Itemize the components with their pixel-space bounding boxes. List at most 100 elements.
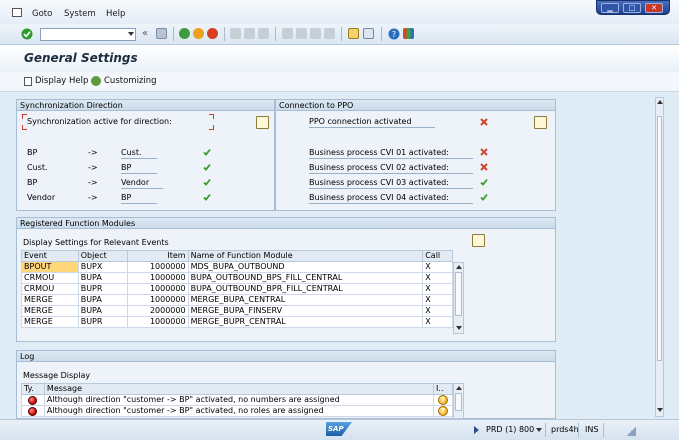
table-cell[interactable]: ? [433, 405, 453, 417]
find-icon[interactable] [244, 28, 255, 39]
table-cell[interactable]: 1000000 [126, 272, 189, 284]
table-cell[interactable]: BUPR [77, 316, 128, 328]
customizing-button[interactable]: Customizing [104, 76, 157, 86]
function-modules-scrollbar[interactable] [453, 262, 464, 334]
double-chevron-left-icon[interactable]: « [142, 28, 148, 39]
table-cell[interactable]: MERGE_BUPR_CENTRAL [187, 316, 424, 328]
resize-grip-icon[interactable] [626, 427, 636, 436]
scroll-up-icon[interactable] [456, 386, 462, 390]
scroll-thumb[interactable] [455, 393, 462, 411]
chevron-down-icon[interactable] [536, 428, 542, 432]
status-triangle-icon[interactable] [474, 426, 479, 434]
table-row[interactable]: MERGE BUPA 2000000 MERGE_BUPA_FINSERV X [21, 305, 453, 317]
column-header[interactable]: Object [77, 250, 128, 262]
table-cell[interactable]: 1000000 [126, 261, 189, 273]
maximize-icon[interactable]: □ [623, 3, 641, 13]
column-header[interactable]: Message [43, 383, 435, 395]
scroll-up-icon[interactable] [456, 265, 462, 269]
table-cell[interactable]: X [422, 316, 453, 328]
log-scrollbar[interactable] [453, 383, 464, 419]
exit-icon[interactable] [193, 28, 204, 39]
shortcut-icon[interactable] [363, 28, 374, 39]
scroll-down-icon[interactable] [657, 408, 663, 412]
column-header[interactable]: Event [21, 250, 79, 262]
new-session-icon[interactable] [348, 28, 359, 39]
column-header[interactable]: I.. [433, 383, 453, 395]
table-cell[interactable]: 2000000 [126, 305, 189, 317]
sync-details-button[interactable] [256, 116, 269, 129]
table-cell[interactable]: Although direction "customer -> BP" acti… [43, 405, 435, 417]
cancel-icon[interactable] [207, 28, 218, 39]
scroll-thumb[interactable] [455, 272, 462, 316]
table-cell[interactable]: MERGE [21, 294, 79, 306]
table-cell[interactable]: 1000000 [126, 316, 189, 328]
function-modules-details-button[interactable] [472, 234, 485, 247]
table-cell[interactable]: 1000000 [126, 294, 189, 306]
table-row[interactable]: Although direction "customer -> BP" acti… [21, 405, 453, 417]
close-icon[interactable]: ✕ [645, 3, 663, 13]
table-cell[interactable]: X [422, 272, 453, 284]
chevron-down-icon[interactable] [128, 32, 134, 36]
table-cell[interactable]: MDS_BUPA_OUTBOUND [187, 261, 424, 273]
table-cell[interactable]: X [422, 283, 453, 295]
scroll-thumb[interactable] [657, 116, 662, 361]
back-icon[interactable] [179, 28, 190, 39]
table-cell[interactable]: 1000000 [126, 283, 189, 295]
menu-system[interactable]: System [64, 9, 96, 19]
menu-icon[interactable] [12, 8, 22, 17]
table-row[interactable]: CRMOU BUPA 1000000 BUPA_OUTBOUND_BPS_FIL… [21, 272, 453, 284]
main-scrollbar[interactable] [655, 97, 664, 417]
save-icon[interactable] [156, 28, 167, 39]
column-header[interactable]: Call [422, 250, 453, 262]
table-cell[interactable]: CRMOU [21, 283, 79, 295]
table-cell[interactable]: BUPA [77, 305, 128, 317]
table-cell[interactable]: BUPA_OUTBOUND_BPS_FILL_CENTRAL [187, 272, 424, 284]
next-page-icon[interactable] [310, 28, 321, 39]
first-page-icon[interactable] [282, 28, 293, 39]
help-icon[interactable]: ? [438, 395, 449, 405]
previous-page-icon[interactable] [296, 28, 307, 39]
scroll-up-icon[interactable] [657, 100, 663, 104]
table-row[interactable]: MERGE BUPA 1000000 MERGE_BUPA_CENTRAL X [21, 294, 453, 306]
table-cell[interactable]: X [422, 294, 453, 306]
menu-goto[interactable]: Goto [32, 9, 52, 19]
table-cell[interactable]: BUPR [77, 283, 128, 295]
table-cell[interactable]: MERGE [21, 316, 79, 328]
table-row[interactable]: CRMOU BUPR 1000000 BUPA_OUTBOUND_BPR_FIL… [21, 283, 453, 295]
status-system[interactable]: PRD (1) 800 [486, 425, 534, 434]
table-cell[interactable]: X [422, 305, 453, 317]
column-header[interactable]: Item [126, 250, 189, 262]
column-header[interactable]: Ty. [21, 383, 45, 395]
print-icon[interactable] [230, 28, 241, 39]
table-cell[interactable]: MERGE [21, 305, 79, 317]
ppo-details-button[interactable] [534, 116, 547, 129]
table-cell[interactable]: MERGE_BUPA_FINSERV [187, 305, 424, 317]
table-cell[interactable]: BUPA [77, 294, 128, 306]
table-cell[interactable] [21, 405, 45, 417]
table-row[interactable]: MERGE BUPR 1000000 MERGE_BUPR_CENTRAL X [21, 316, 453, 328]
table-cell[interactable]: X [422, 261, 453, 273]
table-cell[interactable]: BUPA [77, 272, 128, 284]
table-cell[interactable]: CRMOU [21, 272, 79, 284]
scroll-down-icon[interactable] [456, 326, 462, 330]
table-row[interactable]: BPOUT BUPX 1000000 MDS_BUPA_OUTBOUND X [21, 261, 453, 273]
table-row[interactable]: Although direction "customer -> BP" acti… [21, 394, 453, 406]
table-cell[interactable]: MERGE_BUPA_CENTRAL [187, 294, 424, 306]
table-cell[interactable] [21, 394, 45, 406]
table-cell[interactable]: ? [433, 394, 453, 406]
help-icon[interactable]: ? [388, 28, 400, 40]
enter-icon[interactable] [21, 28, 33, 40]
display-help-button[interactable]: Display Help [35, 76, 88, 86]
customize-layout-icon[interactable] [403, 28, 414, 39]
table-cell[interactable]: BUPA_OUTBOUND_BPR_FILL_CENTRAL [187, 283, 424, 295]
last-page-icon[interactable] [324, 28, 335, 39]
table-cell[interactable]: BUPX [77, 261, 128, 273]
help-icon[interactable]: ? [438, 406, 449, 416]
find-next-icon[interactable] [258, 28, 269, 39]
table-cell[interactable]: BPOUT [21, 261, 79, 273]
status-mode[interactable]: INS [585, 425, 598, 434]
command-field[interactable] [40, 28, 136, 41]
menu-help[interactable]: Help [106, 9, 125, 19]
table-cell[interactable]: Although direction "customer -> BP" acti… [43, 394, 435, 406]
column-header[interactable]: Name of Function Module [187, 250, 424, 262]
